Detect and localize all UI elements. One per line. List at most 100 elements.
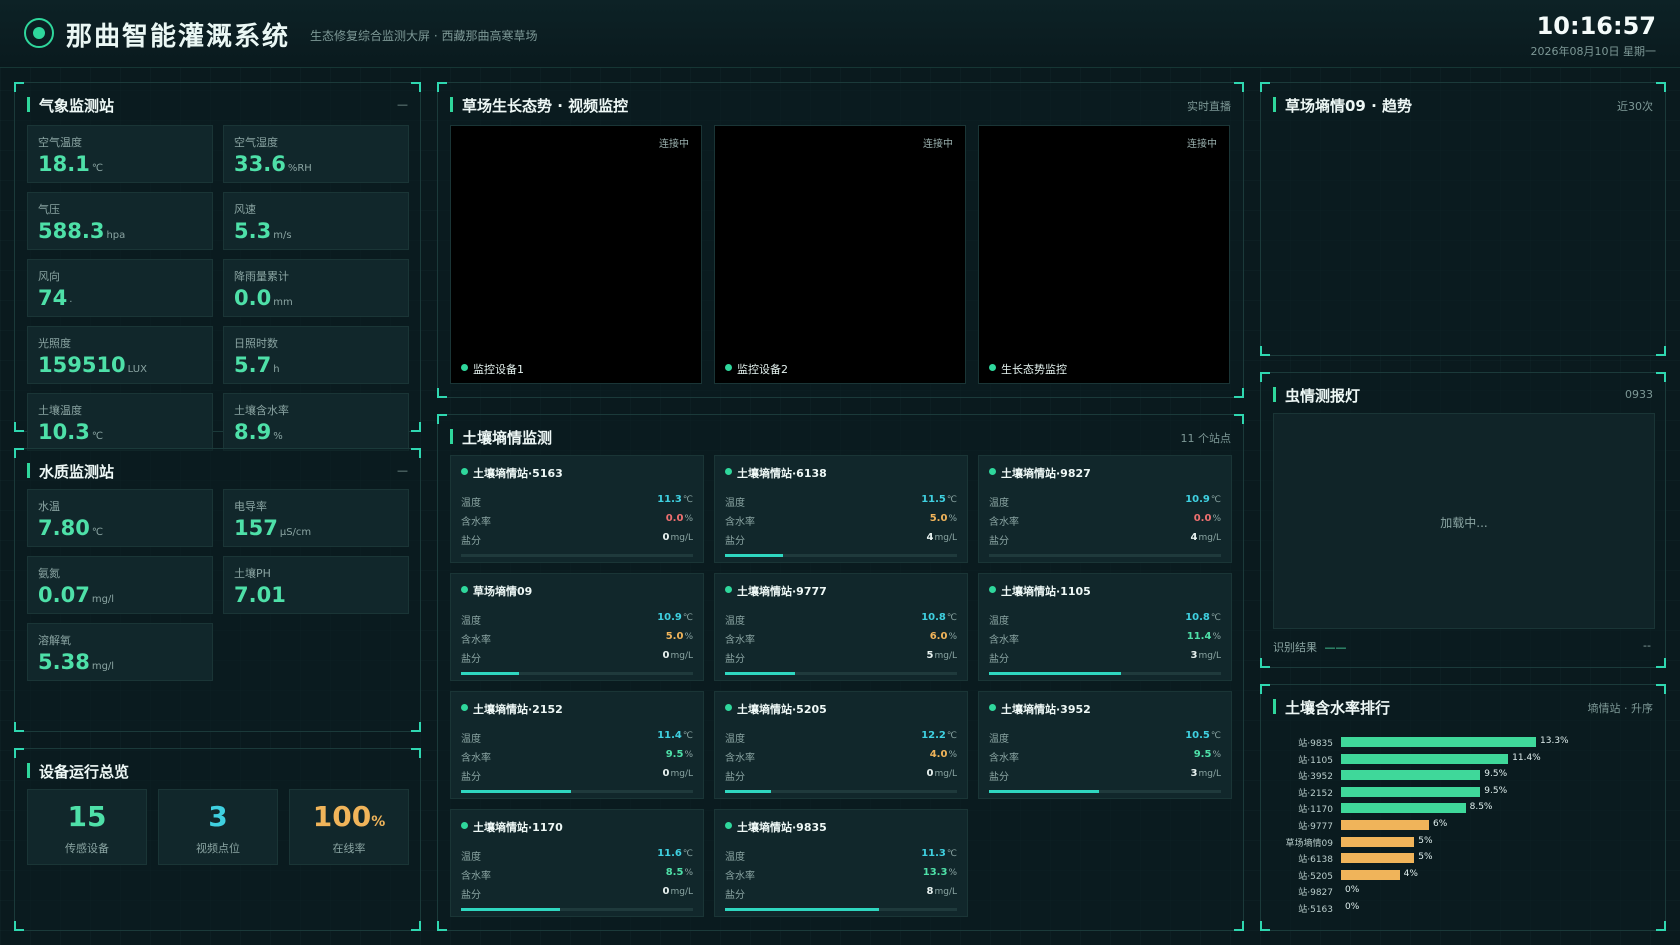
ranking-label: 站·9827 <box>1298 888 1333 899</box>
metric-label: 风速 <box>234 203 256 216</box>
station-name: 土壤墒情站·1170 <box>461 819 563 835</box>
metric-value: 5.7 h <box>234 353 280 377</box>
station-name: 土壤墒情站·6138 <box>725 465 827 481</box>
metric-tile: 风速 5.3 m/s <box>223 192 409 250</box>
moisture-bar-fill <box>989 790 1100 793</box>
loading-text: 加载中... <box>1440 516 1488 530</box>
metric-value: 7.01 <box>234 583 286 607</box>
station-moist-label: 含水率 <box>461 871 491 882</box>
metric-number: 5.38 <box>38 650 90 674</box>
station-temp-value: 10.8℃ <box>921 612 957 623</box>
trend-range[interactable]: 近30次 <box>1617 98 1653 114</box>
value-number: 12.2 <box>921 730 946 741</box>
value-unit: % <box>684 514 693 524</box>
soil-station-card[interactable]: 土壤墒情站·5205 温度 12.2℃ 含水率 4.0% 盐分 0mg/L <box>714 691 968 799</box>
ranking-row: 站·9777 6% <box>1273 818 1653 832</box>
station-moist-label: 含水率 <box>461 635 491 646</box>
ranking-bar <box>1341 737 1536 747</box>
station-moist-row: 含水率 8.5% <box>461 867 693 882</box>
ranking-label: 站·5163 <box>1298 905 1333 915</box>
weather-panel-title: 气象监测站 <box>27 95 114 116</box>
moisture-bar-fill <box>461 908 560 911</box>
station-temp-label: 温度 <box>725 852 745 863</box>
value-number: 9.5 <box>665 749 684 760</box>
soil-station-card[interactable]: 土壤墒情站·6138 温度 11.5℃ 含水率 5.0% 盐分 4mg/L <box>714 455 968 563</box>
moisture-bar-fill <box>461 790 572 793</box>
station-name: 土壤墒情站·5205 <box>725 701 827 717</box>
station-temp-row: 温度 11.3℃ <box>725 848 957 863</box>
station-salt-label: 盐分 <box>725 890 745 901</box>
weather-panel-more[interactable]: — <box>397 98 408 111</box>
value-number: 5.0 <box>665 631 684 642</box>
station-temp-label: 温度 <box>461 616 481 627</box>
logo-icon <box>24 18 54 48</box>
value-unit: % <box>948 514 957 524</box>
metric-unit: %RH <box>287 163 312 174</box>
ranking-value: 6% <box>1432 819 1448 829</box>
ranking-label: 站·1170 <box>1298 805 1333 816</box>
station-salt-label: 盐分 <box>725 654 745 665</box>
metric-value: 18.1 ℃ <box>38 152 103 176</box>
moisture-bar-fill <box>725 790 772 793</box>
device-stat-card: 15 传感设备 <box>27 789 147 865</box>
soil-station-card[interactable]: 土壤墒情站·9835 温度 11.3℃ 含水率 13.3% 盐分 8mg/L <box>714 809 968 917</box>
station-temp-label: 温度 <box>989 734 1009 745</box>
water-panel-more[interactable]: — <box>397 464 408 477</box>
metric-unit: · <box>69 297 73 308</box>
value-number: 10.9 <box>657 612 682 623</box>
station-temp-row: 温度 10.8℃ <box>989 612 1221 627</box>
station-salt-label: 盐分 <box>461 536 481 547</box>
station-salt-value: 3mg/L <box>1191 768 1222 779</box>
station-salt-row: 盐分 0mg/L <box>461 886 693 901</box>
ranking-row: 站·3952 9.5% <box>1273 768 1653 782</box>
value-number: 11.5 <box>921 494 946 505</box>
stat-number: 15 <box>67 800 107 833</box>
soil-station-card[interactable]: 土壤墒情站·1170 温度 11.6℃ 含水率 8.5% 盐分 0mg/L <box>450 809 704 917</box>
video-feed[interactable]: 连接中 生长态势监控 <box>978 125 1230 384</box>
station-temp-value: 12.2℃ <box>921 730 957 741</box>
value-number: 11.3 <box>921 848 946 859</box>
ranking-bar <box>1341 770 1481 781</box>
ranking-sort[interactable]: 墒情站 · 升序 <box>1588 700 1654 716</box>
ranking-row: 站·9827 0% <box>1273 884 1653 898</box>
metric-tile: 土壤PH 7.01 <box>223 556 409 614</box>
value-unit: mg/L <box>670 769 693 779</box>
soil-station-card[interactable]: 土壤墒情站·5163 温度 11.3℃ 含水率 0.0% 盐分 0mg/L <box>450 455 704 563</box>
station-salt-row: 盐分 0mg/L <box>461 650 693 665</box>
soil-station-card[interactable]: 土壤墒情站·1105 温度 10.8℃ 含水率 11.4% 盐分 3mg/L <box>978 573 1232 681</box>
metric-tile: 电导率 157 μS/cm <box>223 489 409 547</box>
station-temp-label: 温度 <box>461 498 481 509</box>
soil-station-card[interactable]: 土壤墒情站·3952 温度 10.5℃ 含水率 9.5% 盐分 3mg/L <box>978 691 1232 799</box>
ranking-bar <box>1341 853 1415 864</box>
value-unit: % <box>684 750 693 760</box>
value-number: 10.8 <box>921 612 946 623</box>
metric-unit: mg/l <box>91 661 115 672</box>
soil-station-card[interactable]: 土壤墒情站·9827 温度 10.9℃ 含水率 0.0% 盐分 4mg/L <box>978 455 1232 563</box>
video-feed[interactable]: 连接中 监控设备2 <box>714 125 966 384</box>
metric-label: 土壤PH <box>234 567 271 580</box>
connection-status: 连接中 <box>659 139 689 150</box>
station-salt-label: 盐分 <box>989 772 1009 783</box>
station-salt-label: 盐分 <box>725 772 745 783</box>
soil-station-card[interactable]: 草场墒情09 温度 10.9℃ 含水率 5.0% 盐分 0mg/L <box>450 573 704 681</box>
metric-label: 降雨量累计 <box>234 270 289 283</box>
result-extra: -- <box>1643 639 1651 652</box>
value-number: 5 <box>926 650 934 661</box>
moisture-bar <box>725 554 957 557</box>
video-feed[interactable]: 连接中 监控设备1 <box>450 125 702 384</box>
soil-station-card[interactable]: 土壤墒情站·2152 温度 11.4℃ 含水率 9.5% 盐分 0mg/L <box>450 691 704 799</box>
value-unit: % <box>1212 514 1221 524</box>
moisture-bar <box>989 554 1221 557</box>
metric-unit: μS/cm <box>279 527 312 538</box>
soil-station-card[interactable]: 土壤墒情站·9777 温度 10.8℃ 含水率 6.0% 盐分 5mg/L <box>714 573 968 681</box>
station-temp-label: 温度 <box>461 852 481 863</box>
metric-number: 7.80 <box>38 516 90 540</box>
station-salt-row: 盐分 8mg/L <box>725 886 957 901</box>
device-stat-card: 100% 在线率 <box>289 789 409 865</box>
ranking-row: 站·5205 4% <box>1273 868 1653 882</box>
metric-label: 氨氮 <box>38 567 60 580</box>
station-temp-value: 11.3℃ <box>921 848 957 859</box>
metric-value: 157 μS/cm <box>234 516 311 540</box>
value-number: 9.5 <box>1193 749 1212 760</box>
value-number: 11.4 <box>657 730 682 741</box>
